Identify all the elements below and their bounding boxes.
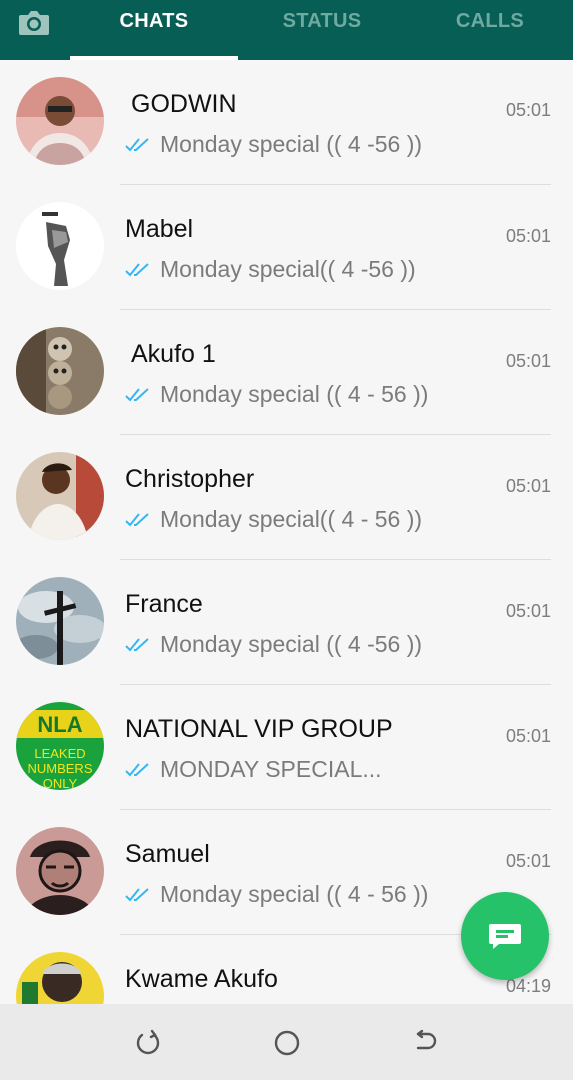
double-check-icon bbox=[125, 262, 149, 276]
double-check-icon bbox=[125, 887, 149, 901]
new-chat-button[interactable] bbox=[461, 892, 549, 980]
back-icon[interactable] bbox=[410, 1028, 440, 1058]
chat-row-mabel[interactable]: Mabel 05:01 Monday special(( 4 -56 )) bbox=[0, 185, 573, 310]
chat-preview-text: Monday special (( 4 -56 )) bbox=[160, 131, 423, 157]
top-app-bar: CHATS STATUS CALLS bbox=[0, 0, 573, 60]
chat-time: 05:01 bbox=[505, 726, 551, 746]
chat-preview-text: Monday special(( 4 - 56 )) bbox=[160, 506, 423, 532]
chat-preview-text: Monday special (( 4 - 56 )) bbox=[160, 881, 429, 907]
avatar-text-line: NUMBERS bbox=[27, 761, 92, 776]
chat-preview: MONDAY SPECIAL... bbox=[125, 756, 382, 783]
chat-row-christopher[interactable]: Christopher 05:01 Monday special(( 4 - 5… bbox=[0, 435, 573, 560]
chat-time: 05:01 bbox=[505, 476, 551, 496]
chat-name: Christopher bbox=[125, 465, 255, 493]
chat-preview-text: Monday special (( 4 -56 )) bbox=[160, 631, 423, 657]
chat-time: 05:01 bbox=[505, 601, 551, 621]
chat-name: Mabel bbox=[125, 215, 194, 243]
chat-time: 05:01 bbox=[505, 851, 551, 871]
chat-preview: Monday special(( 4 -56 )) bbox=[125, 256, 416, 283]
chat-row-akufo-1[interactable]: Akufo 1 05:01 Monday special (( 4 - 56 )… bbox=[0, 310, 573, 435]
tab-status[interactable]: STATUS bbox=[238, 10, 406, 38]
avatar[interactable] bbox=[16, 827, 104, 915]
tab-chats[interactable]: CHATS bbox=[70, 10, 238, 38]
chat-preview-text: MONDAY SPECIAL... bbox=[160, 756, 382, 782]
chat-name: Kwame Akufo bbox=[125, 965, 278, 993]
chat-preview: Monday special (( 4 -56 )) bbox=[125, 131, 422, 158]
recent-apps-icon[interactable] bbox=[133, 1028, 163, 1058]
double-check-icon bbox=[125, 137, 149, 151]
camera-icon[interactable] bbox=[14, 6, 54, 40]
chat-preview-text: Monday special(( 4 -56 )) bbox=[160, 256, 416, 282]
chat-time: 05:01 bbox=[505, 351, 551, 371]
double-check-icon bbox=[125, 387, 149, 401]
chat-name: Samuel bbox=[125, 840, 210, 868]
chat-name: France bbox=[125, 590, 203, 618]
chat-row-france[interactable]: France 05:01 Monday special (( 4 -56 )) bbox=[0, 560, 573, 685]
double-check-icon bbox=[125, 762, 149, 776]
avatar-text-line: ONLY bbox=[43, 776, 78, 790]
chat-row-national-vip-group[interactable]: NLA LEAKED NUMBERS ONLY NATIONAL VIP GRO… bbox=[0, 685, 573, 810]
avatar-text-line: NLA bbox=[37, 712, 82, 737]
avatar[interactable] bbox=[16, 577, 104, 665]
chat-name: NATIONAL VIP GROUP bbox=[125, 715, 393, 743]
chat-list[interactable]: GODWIN 05:01 Monday special (( 4 -56 )) … bbox=[0, 60, 573, 1004]
chat-name: GODWIN bbox=[131, 90, 237, 118]
chat-name: Akufo 1 bbox=[131, 340, 216, 368]
system-nav-bar bbox=[0, 1004, 573, 1080]
chat-time: 05:01 bbox=[505, 100, 551, 120]
double-check-icon bbox=[125, 637, 149, 651]
avatar[interactable]: NLA LEAKED NUMBERS ONLY bbox=[16, 702, 104, 790]
avatar[interactable] bbox=[16, 952, 104, 1004]
chat-preview: Monday special (( 4 -56 )) bbox=[125, 631, 422, 658]
avatar[interactable] bbox=[16, 202, 104, 290]
avatar[interactable] bbox=[16, 327, 104, 415]
chat-preview-text: Monday special (( 4 - 56 )) bbox=[160, 381, 429, 407]
chat-time: 05:01 bbox=[505, 226, 551, 246]
avatar[interactable] bbox=[16, 77, 104, 165]
chat-preview: Monday special(( 4 - 56 )) bbox=[125, 506, 422, 533]
tab-calls[interactable]: CALLS bbox=[406, 10, 573, 38]
chat-preview: Monday special (( 4 - 56 )) bbox=[125, 881, 428, 908]
new-chat-icon bbox=[489, 924, 521, 949]
avatar[interactable] bbox=[16, 452, 104, 540]
avatar-text-line: LEAKED bbox=[34, 746, 85, 761]
chat-preview: Monday special (( 4 - 56 )) bbox=[125, 381, 428, 408]
home-icon[interactable] bbox=[272, 1028, 302, 1058]
double-check-icon bbox=[125, 512, 149, 526]
chat-row-godwin[interactable]: GODWIN 05:01 Monday special (( 4 -56 )) bbox=[0, 60, 573, 185]
